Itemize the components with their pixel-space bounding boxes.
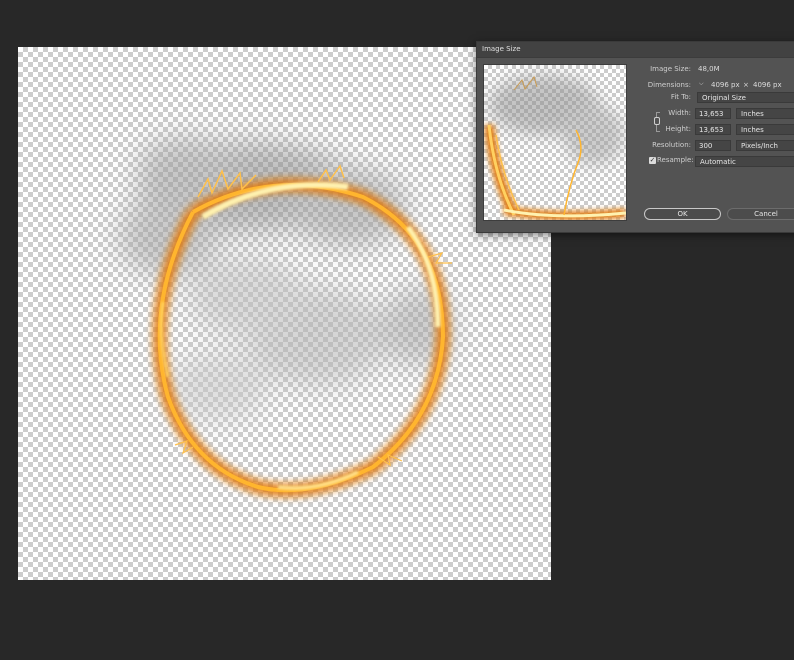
fit-to-label: Fit To:: [670, 93, 691, 101]
ok-button[interactable]: OK: [644, 208, 721, 220]
document-canvas[interactable]: [18, 47, 551, 580]
image-preview[interactable]: [483, 64, 627, 221]
height-unit-select[interactable]: Inches: [736, 124, 794, 135]
photoshop-workspace: Image Size Image Size: 48,0M Dimensions:…: [0, 0, 794, 660]
resample-select[interactable]: Automatic: [695, 156, 794, 167]
cancel-button[interactable]: Cancel: [727, 208, 794, 220]
dimensions-chevron-icon[interactable]: ⌵: [699, 80, 704, 88]
resolution-input[interactable]: 300: [695, 140, 731, 151]
height-label: Height:: [665, 125, 692, 133]
dialog-title: Image Size: [477, 42, 794, 58]
dimensions-height: 4096 px: [753, 81, 782, 89]
chain-link-icon[interactable]: [654, 117, 660, 125]
fit-to-select[interactable]: Original Size: [697, 92, 794, 103]
resolution-label: Resolution:: [652, 141, 691, 149]
height-input[interactable]: 13,653: [695, 124, 731, 135]
dimensions-label: Dimensions:: [647, 81, 691, 89]
image-size-label: Image Size:: [650, 65, 691, 73]
fire-ring-artwork: [118, 137, 453, 498]
resample-checkbox[interactable]: ✓: [649, 157, 656, 164]
preview-artwork: [484, 75, 626, 220]
width-label: Width:: [668, 109, 691, 117]
resample-label: Resample:: [657, 156, 694, 164]
dimensions-width: 4096 px: [711, 81, 740, 89]
image-size-dialog: Image Size Image Size: 48,0M Dimensions:…: [476, 41, 794, 233]
image-size-value: 48,0M: [698, 65, 720, 73]
dimensions-separator: ×: [743, 81, 749, 89]
resolution-unit-select[interactable]: Pixels/Inch: [736, 140, 794, 151]
width-unit-select[interactable]: Inches: [736, 108, 794, 119]
width-input[interactable]: 13,653: [695, 108, 731, 119]
